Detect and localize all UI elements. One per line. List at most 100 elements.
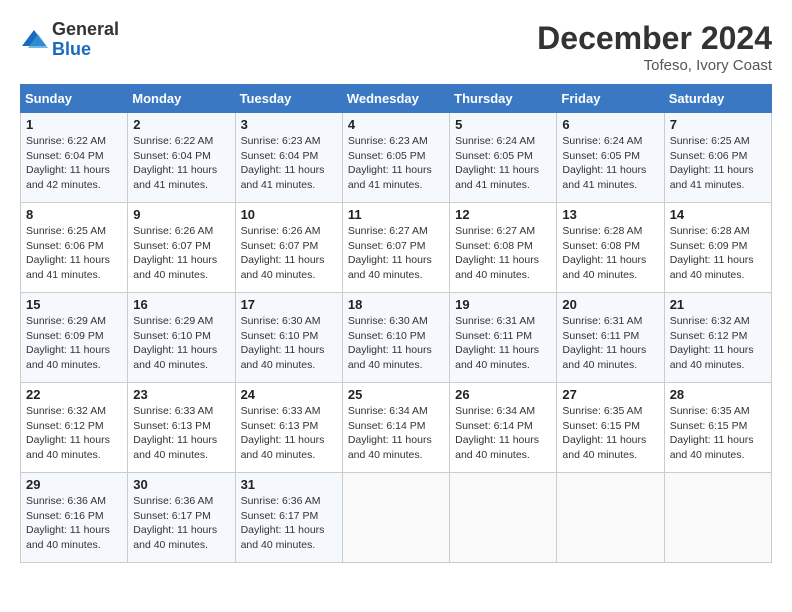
day-info: Sunrise: 6:32 AMSunset: 6:12 PMDaylight:… (26, 404, 122, 463)
day-number: 29 (26, 477, 122, 492)
day-number: 28 (670, 387, 766, 402)
day-info: Sunrise: 6:26 AMSunset: 6:07 PMDaylight:… (241, 224, 337, 283)
day-number: 16 (133, 297, 229, 312)
calendar-cell: 19 Sunrise: 6:31 AMSunset: 6:11 PMDaylig… (450, 293, 557, 383)
day-info: Sunrise: 6:24 AMSunset: 6:05 PMDaylight:… (562, 134, 658, 193)
weekday-saturday: Saturday (664, 85, 771, 113)
day-number: 21 (670, 297, 766, 312)
day-number: 31 (241, 477, 337, 492)
day-number: 8 (26, 207, 122, 222)
calendar-cell: 2 Sunrise: 6:22 AMSunset: 6:04 PMDayligh… (128, 113, 235, 203)
calendar-cell (557, 473, 664, 563)
logo-general-text: General (52, 19, 119, 39)
day-info: Sunrise: 6:23 AMSunset: 6:04 PMDaylight:… (241, 134, 337, 193)
day-number: 10 (241, 207, 337, 222)
calendar-cell: 31 Sunrise: 6:36 AMSunset: 6:17 PMDaylig… (235, 473, 342, 563)
calendar-cell: 8 Sunrise: 6:25 AMSunset: 6:06 PMDayligh… (21, 203, 128, 293)
day-number: 1 (26, 117, 122, 132)
calendar-body: 1 Sunrise: 6:22 AMSunset: 6:04 PMDayligh… (21, 113, 772, 563)
day-info: Sunrise: 6:36 AMSunset: 6:17 PMDaylight:… (133, 494, 229, 553)
weekday-tuesday: Tuesday (235, 85, 342, 113)
day-number: 27 (562, 387, 658, 402)
day-number: 20 (562, 297, 658, 312)
calendar-cell: 16 Sunrise: 6:29 AMSunset: 6:10 PMDaylig… (128, 293, 235, 383)
day-info: Sunrise: 6:23 AMSunset: 6:05 PMDaylight:… (348, 134, 444, 193)
calendar-cell: 5 Sunrise: 6:24 AMSunset: 6:05 PMDayligh… (450, 113, 557, 203)
calendar-cell: 11 Sunrise: 6:27 AMSunset: 6:07 PMDaylig… (342, 203, 449, 293)
day-info: Sunrise: 6:28 AMSunset: 6:09 PMDaylight:… (670, 224, 766, 283)
day-info: Sunrise: 6:33 AMSunset: 6:13 PMDaylight:… (133, 404, 229, 463)
day-info: Sunrise: 6:26 AMSunset: 6:07 PMDaylight:… (133, 224, 229, 283)
calendar-cell: 26 Sunrise: 6:34 AMSunset: 6:14 PMDaylig… (450, 383, 557, 473)
calendar-cell: 4 Sunrise: 6:23 AMSunset: 6:05 PMDayligh… (342, 113, 449, 203)
day-number: 5 (455, 117, 551, 132)
calendar-cell: 22 Sunrise: 6:32 AMSunset: 6:12 PMDaylig… (21, 383, 128, 473)
weekday-wednesday: Wednesday (342, 85, 449, 113)
logo-icon (20, 26, 48, 54)
day-info: Sunrise: 6:29 AMSunset: 6:09 PMDaylight:… (26, 314, 122, 373)
logo: General Blue (20, 20, 119, 60)
day-number: 2 (133, 117, 229, 132)
day-info: Sunrise: 6:32 AMSunset: 6:12 PMDaylight:… (670, 314, 766, 373)
day-info: Sunrise: 6:35 AMSunset: 6:15 PMDaylight:… (670, 404, 766, 463)
day-info: Sunrise: 6:28 AMSunset: 6:08 PMDaylight:… (562, 224, 658, 283)
day-number: 11 (348, 207, 444, 222)
weekday-friday: Friday (557, 85, 664, 113)
calendar-cell: 9 Sunrise: 6:26 AMSunset: 6:07 PMDayligh… (128, 203, 235, 293)
calendar-cell: 10 Sunrise: 6:26 AMSunset: 6:07 PMDaylig… (235, 203, 342, 293)
day-number: 9 (133, 207, 229, 222)
day-number: 15 (26, 297, 122, 312)
day-info: Sunrise: 6:27 AMSunset: 6:07 PMDaylight:… (348, 224, 444, 283)
day-info: Sunrise: 6:24 AMSunset: 6:05 PMDaylight:… (455, 134, 551, 193)
day-number: 26 (455, 387, 551, 402)
day-info: Sunrise: 6:35 AMSunset: 6:15 PMDaylight:… (562, 404, 658, 463)
calendar-cell: 1 Sunrise: 6:22 AMSunset: 6:04 PMDayligh… (21, 113, 128, 203)
calendar-cell: 12 Sunrise: 6:27 AMSunset: 6:08 PMDaylig… (450, 203, 557, 293)
day-info: Sunrise: 6:29 AMSunset: 6:10 PMDaylight:… (133, 314, 229, 373)
month-title: December 2024 (537, 20, 772, 57)
week-row-3: 15 Sunrise: 6:29 AMSunset: 6:09 PMDaylig… (21, 293, 772, 383)
calendar-cell (342, 473, 449, 563)
day-number: 23 (133, 387, 229, 402)
day-number: 25 (348, 387, 444, 402)
day-number: 6 (562, 117, 658, 132)
day-number: 14 (670, 207, 766, 222)
day-info: Sunrise: 6:33 AMSunset: 6:13 PMDaylight:… (241, 404, 337, 463)
calendar-cell: 24 Sunrise: 6:33 AMSunset: 6:13 PMDaylig… (235, 383, 342, 473)
day-number: 3 (241, 117, 337, 132)
week-row-5: 29 Sunrise: 6:36 AMSunset: 6:16 PMDaylig… (21, 473, 772, 563)
weekday-monday: Monday (128, 85, 235, 113)
calendar-cell (450, 473, 557, 563)
day-info: Sunrise: 6:25 AMSunset: 6:06 PMDaylight:… (670, 134, 766, 193)
logo-blue-text: Blue (52, 39, 91, 59)
day-info: Sunrise: 6:31 AMSunset: 6:11 PMDaylight:… (562, 314, 658, 373)
weekday-header-row: SundayMondayTuesdayWednesdayThursdayFrid… (21, 85, 772, 113)
day-info: Sunrise: 6:27 AMSunset: 6:08 PMDaylight:… (455, 224, 551, 283)
day-info: Sunrise: 6:22 AMSunset: 6:04 PMDaylight:… (133, 134, 229, 193)
day-info: Sunrise: 6:25 AMSunset: 6:06 PMDaylight:… (26, 224, 122, 283)
day-info: Sunrise: 6:34 AMSunset: 6:14 PMDaylight:… (455, 404, 551, 463)
calendar-cell: 14 Sunrise: 6:28 AMSunset: 6:09 PMDaylig… (664, 203, 771, 293)
week-row-4: 22 Sunrise: 6:32 AMSunset: 6:12 PMDaylig… (21, 383, 772, 473)
calendar-cell: 17 Sunrise: 6:30 AMSunset: 6:10 PMDaylig… (235, 293, 342, 383)
day-number: 17 (241, 297, 337, 312)
day-info: Sunrise: 6:34 AMSunset: 6:14 PMDaylight:… (348, 404, 444, 463)
day-number: 18 (348, 297, 444, 312)
day-number: 19 (455, 297, 551, 312)
calendar-cell: 18 Sunrise: 6:30 AMSunset: 6:10 PMDaylig… (342, 293, 449, 383)
day-number: 24 (241, 387, 337, 402)
week-row-1: 1 Sunrise: 6:22 AMSunset: 6:04 PMDayligh… (21, 113, 772, 203)
day-info: Sunrise: 6:30 AMSunset: 6:10 PMDaylight:… (348, 314, 444, 373)
location-subtitle: Tofeso, Ivory Coast (537, 57, 772, 74)
calendar-cell: 13 Sunrise: 6:28 AMSunset: 6:08 PMDaylig… (557, 203, 664, 293)
calendar-table: SundayMondayTuesdayWednesdayThursdayFrid… (20, 84, 772, 563)
day-number: 30 (133, 477, 229, 492)
calendar-cell: 7 Sunrise: 6:25 AMSunset: 6:06 PMDayligh… (664, 113, 771, 203)
calendar-cell: 23 Sunrise: 6:33 AMSunset: 6:13 PMDaylig… (128, 383, 235, 473)
calendar-cell (664, 473, 771, 563)
calendar-cell: 15 Sunrise: 6:29 AMSunset: 6:09 PMDaylig… (21, 293, 128, 383)
calendar-cell: 6 Sunrise: 6:24 AMSunset: 6:05 PMDayligh… (557, 113, 664, 203)
day-info: Sunrise: 6:22 AMSunset: 6:04 PMDaylight:… (26, 134, 122, 193)
calendar-cell: 30 Sunrise: 6:36 AMSunset: 6:17 PMDaylig… (128, 473, 235, 563)
day-number: 4 (348, 117, 444, 132)
